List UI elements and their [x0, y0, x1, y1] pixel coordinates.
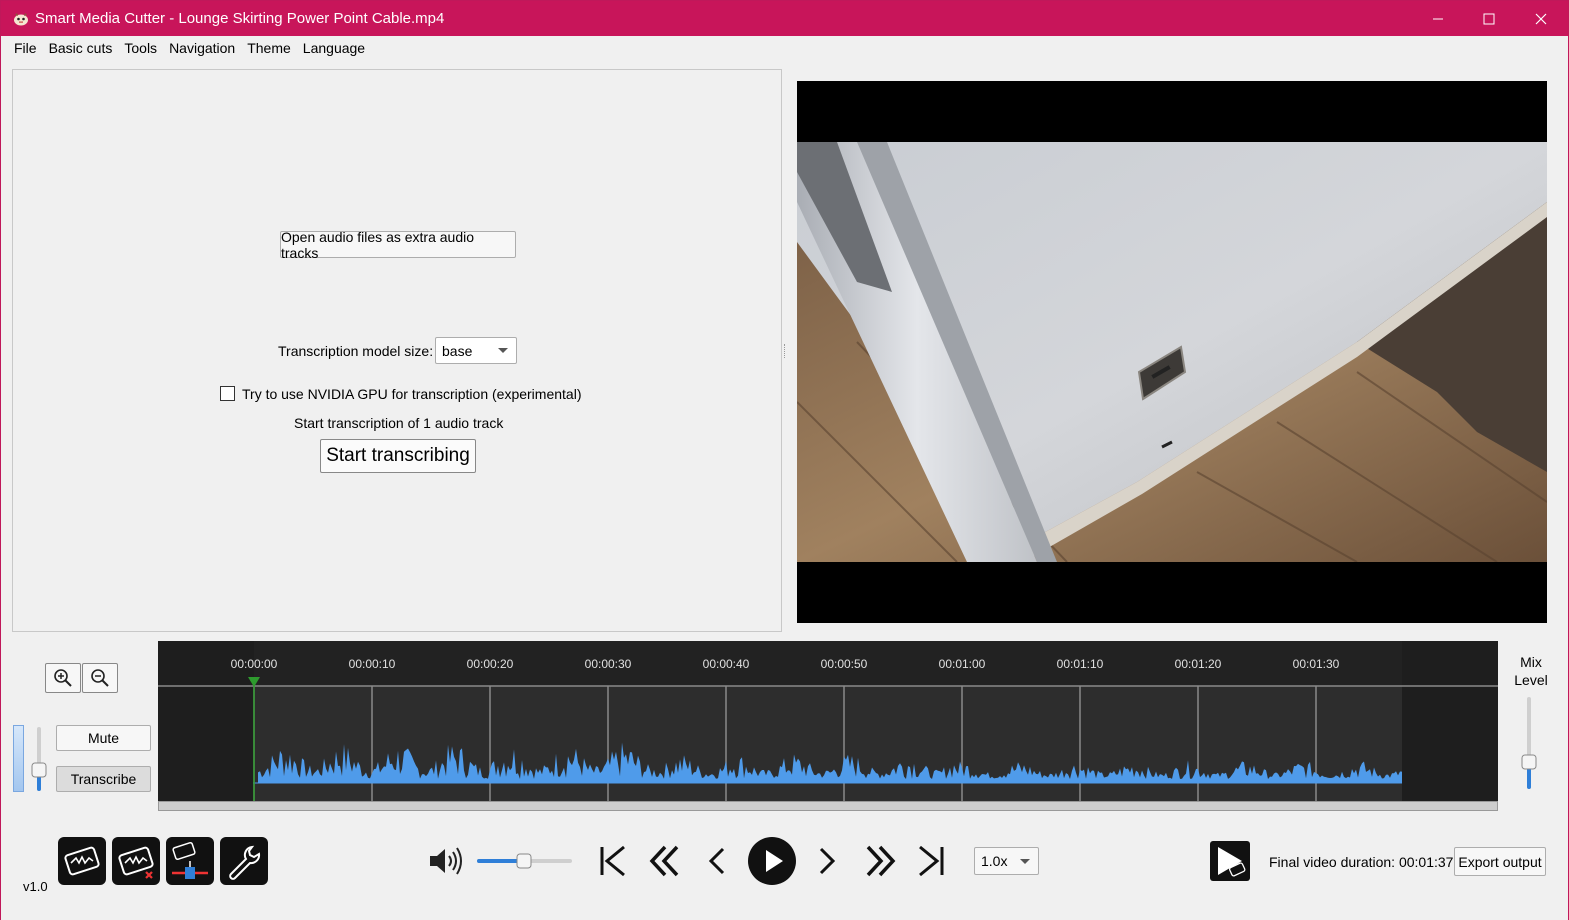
chevron-right-icon: [819, 847, 836, 875]
app-logo-icon: [14, 12, 28, 25]
close-button[interactable]: [1515, 1, 1567, 36]
transcription-panel: Open audio files as extra audio tracks T…: [12, 69, 782, 632]
audio-level-meter: [13, 725, 24, 792]
double-chevron-left-icon: [649, 845, 679, 877]
skip-end-icon: [919, 845, 944, 877]
menu-theme[interactable]: Theme: [241, 40, 297, 56]
title-bar: Smart Media Cutter - Lounge Skirting Pow…: [1, 1, 1568, 36]
final-duration-text: Final video duration: 00:01:37: [1269, 854, 1454, 870]
playback-speed-select[interactable]: 1.0x: [974, 847, 1039, 875]
gpu-checkbox[interactable]: [220, 386, 235, 401]
app-window: Smart Media Cutter - Lounge Skirting Pow…: [0, 0, 1569, 920]
playback-speed-value: 1.0x: [981, 853, 1008, 869]
step-back-button[interactable]: [697, 839, 737, 883]
settings-tool-button[interactable]: [220, 837, 268, 885]
double-chevron-right-icon: [866, 845, 896, 877]
mix-label-line2: Level: [1514, 672, 1548, 688]
video-preview[interactable]: [797, 81, 1547, 623]
chevron-down-icon: [1020, 859, 1030, 864]
tick-label: 00:00:30: [584, 657, 632, 671]
minimize-button[interactable]: [1412, 1, 1464, 36]
marker-tool-button[interactable]: [166, 837, 214, 885]
mix-level-label: Mix Level: [1508, 653, 1554, 689]
speaker-icon[interactable]: [428, 846, 464, 876]
cut-tool-button[interactable]: [58, 837, 106, 885]
razor-blade-remove-icon: [118, 846, 154, 879]
menu-navigation[interactable]: Navigation: [163, 40, 241, 56]
version-label: v1.0: [23, 879, 48, 894]
model-size-value: base: [442, 342, 473, 359]
gpu-checkbox-label[interactable]: Try to use NVIDIA GPU for transcription …: [242, 386, 581, 402]
step-forward-button[interactable]: [807, 839, 847, 883]
window-title: Smart Media Cutter - Lounge Skirting Pow…: [35, 10, 445, 27]
track-volume-slider[interactable]: [31, 725, 47, 793]
wrench-icon: [229, 845, 261, 880]
menu-file[interactable]: File: [8, 40, 43, 56]
video-frame-image: [797, 142, 1547, 562]
tick-label: 00:00:50: [820, 657, 868, 671]
zoom-out-icon: [91, 669, 109, 687]
volume-slider[interactable]: [477, 853, 572, 869]
tick-label: 00:00:00: [230, 657, 278, 671]
tick-label: 00:00:40: [702, 657, 750, 671]
preview-output-button[interactable]: [1210, 841, 1250, 881]
skip-to-start-button[interactable]: [593, 839, 633, 883]
menu-bar: File Basic cuts Tools Navigation Theme L…: [1, 36, 1568, 60]
mix-level-slider[interactable]: [1521, 695, 1537, 791]
tick-label: 00:01:10: [1056, 657, 1104, 671]
maximize-button[interactable]: [1463, 1, 1515, 36]
tick-label: 00:01:30: [1292, 657, 1340, 671]
menu-tools[interactable]: Tools: [118, 40, 163, 56]
menu-language[interactable]: Language: [297, 40, 371, 56]
model-size-select[interactable]: base: [435, 337, 517, 364]
razor-marker-icon: [172, 841, 208, 879]
chevron-left-icon: [708, 847, 725, 875]
chevron-down-icon: [498, 348, 508, 353]
zoom-in-button[interactable]: [45, 663, 81, 693]
tick-label: 00:00:20: [466, 657, 514, 671]
zoom-out-button[interactable]: [82, 663, 118, 693]
play-cut-icon: [1218, 847, 1246, 877]
tick-label: 00:01:00: [938, 657, 986, 671]
mix-label-line1: Mix: [1520, 654, 1542, 670]
tick-label: 00:01:20: [1174, 657, 1222, 671]
remove-cut-tool-button[interactable]: [112, 837, 160, 885]
play-icon: [748, 837, 796, 885]
model-size-label: Transcription model size:: [278, 343, 434, 359]
menu-basic-cuts[interactable]: Basic cuts: [43, 40, 119, 56]
mute-button[interactable]: Mute: [56, 725, 151, 751]
close-icon: [1535, 13, 1547, 24]
play-button[interactable]: [747, 836, 797, 886]
rewind-fast-button[interactable]: [645, 839, 685, 883]
maximize-icon: [1483, 13, 1495, 24]
skip-to-end-button[interactable]: [911, 839, 951, 883]
timeline-scrollbar[interactable]: [158, 801, 1498, 811]
forward-fast-button[interactable]: [860, 839, 900, 883]
panel-splitter[interactable]: [784, 344, 787, 358]
transcription-info-text: Start transcription of 1 audio track: [294, 415, 504, 431]
skip-start-icon: [600, 845, 625, 877]
transcribe-track-button[interactable]: Transcribe: [56, 766, 151, 792]
tick-label: 00:00:10: [348, 657, 396, 671]
minimize-icon: [1433, 18, 1443, 19]
razor-blade-icon: [64, 846, 100, 876]
export-output-button[interactable]: Export output: [1454, 847, 1546, 876]
zoom-in-icon: [54, 669, 72, 687]
start-transcribing-button[interactable]: Start transcribing: [320, 439, 476, 473]
timeline[interactable]: 00:00:00 00:00:10 00:00:20 00:00:30 00:0…: [158, 641, 1498, 811]
open-audio-tracks-button[interactable]: Open audio files as extra audio tracks: [280, 229, 516, 261]
